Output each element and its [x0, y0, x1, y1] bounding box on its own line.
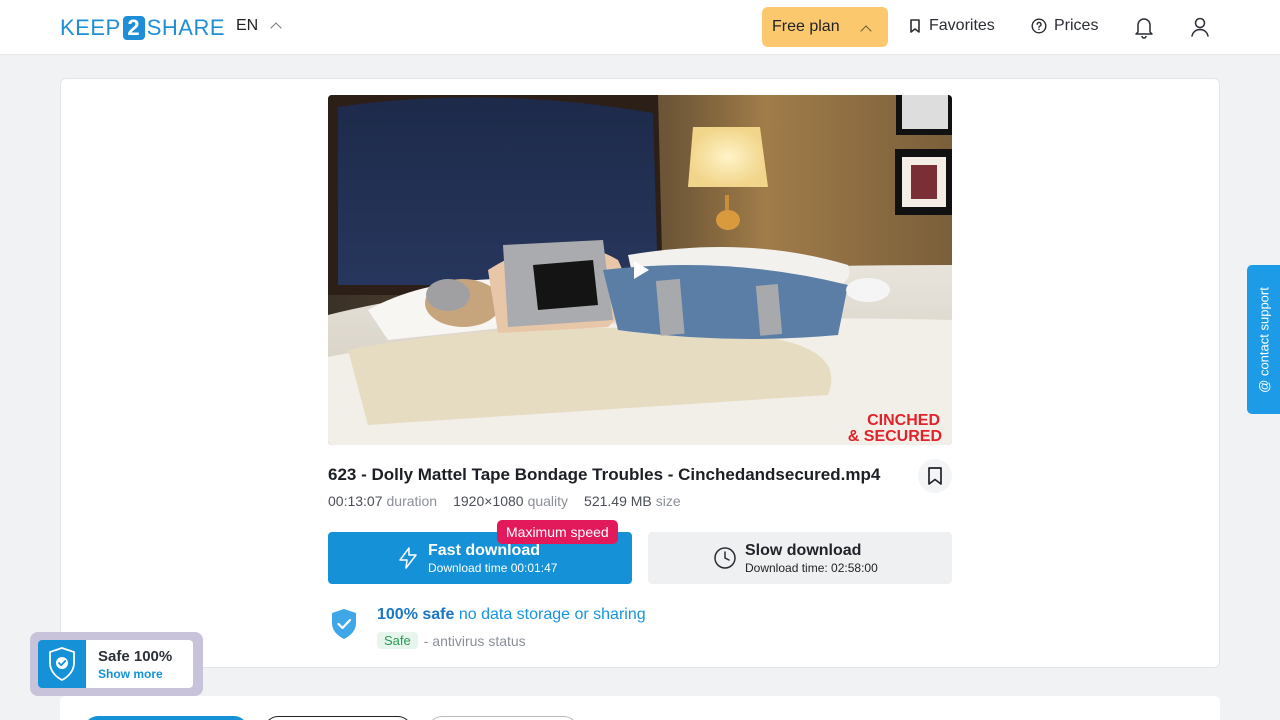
favorites-label: Favorites — [929, 17, 995, 34]
question-circle-icon — [1031, 18, 1047, 34]
file-title-row: 623 - Dolly Mattel Tape Bondage Troubles… — [328, 459, 952, 493]
favorites-link[interactable]: Favorites — [908, 17, 995, 35]
shield-check-icon — [49, 647, 75, 682]
safe-widget[interactable]: Safe 100% Show more — [30, 632, 203, 696]
show-more-link[interactable]: Show more — [98, 667, 163, 681]
safe-widget-card: Safe 100% Show more — [38, 640, 193, 688]
slow-download-button[interactable]: Slow download Download time: 02:58:00 — [648, 532, 952, 584]
bookmark-icon — [928, 467, 942, 485]
top-header: KEEP 2 SHARE EN Free plan Favorites Pric… — [0, 0, 1280, 55]
chevron-up-icon — [270, 22, 282, 34]
logo-text-left: KEEP — [60, 15, 121, 40]
chevron-up-icon — [860, 25, 872, 37]
free-plan-button[interactable]: Free plan — [762, 7, 888, 47]
bookmark-icon — [910, 19, 920, 33]
safe-widget-title: Safe 100% — [98, 648, 173, 665]
contact-support-label: @ contact support — [1256, 286, 1271, 393]
lightning-icon — [399, 547, 417, 569]
notifications-button[interactable] — [1131, 14, 1157, 40]
quality-info: 1920×1080 quality — [453, 493, 569, 509]
file-meta: 00:13:07 duration 1920×1080 quality 521.49… — [328, 493, 681, 509]
tab-primary[interactable] — [84, 716, 248, 720]
tab-tertiary[interactable] — [428, 716, 578, 720]
language-selector[interactable]: EN — [236, 17, 282, 35]
bell-icon — [1135, 18, 1153, 39]
keep2share-logo[interactable]: KEEP 2 SHARE — [60, 15, 225, 41]
logo-text-middle: 2 — [122, 15, 145, 40]
plan-label: Free plan — [772, 18, 840, 35]
antivirus-status-badge: Safe — [377, 632, 418, 649]
account-button[interactable] — [1187, 14, 1213, 40]
tab-secondary[interactable] — [264, 716, 412, 720]
clock-icon — [714, 547, 736, 569]
logo-text-right: SHARE — [146, 15, 225, 40]
watermark-line1: CINCHED — [867, 412, 940, 429]
video-thumbnail: CINCHED & SECURED — [328, 95, 952, 445]
safe-description: no data storage or sharing — [458, 606, 646, 623]
prices-label: Prices — [1054, 17, 1099, 34]
file-title: 623 - Dolly Mattel Tape Bondage Troubles… — [328, 465, 881, 484]
slow-download-label: Slow download — [745, 542, 862, 559]
user-icon — [1191, 17, 1209, 37]
duration-info: 00:13:07 duration — [328, 493, 438, 509]
safe-widget-icon-box — [38, 640, 86, 688]
add-to-favorites-button[interactable] — [918, 459, 952, 493]
shield-check-icon — [332, 609, 356, 639]
fast-download-time: Download time 00:01:47 — [428, 561, 558, 575]
language-label: EN — [236, 17, 259, 34]
fast-download-label: Fast download — [428, 542, 540, 559]
safe-strong-text: 100% safe — [377, 606, 455, 623]
contact-support-tab[interactable]: @ contact support — [1247, 265, 1280, 414]
size-info: 521.49 MB size — [584, 493, 681, 509]
prices-link[interactable]: Prices — [1031, 17, 1098, 35]
slow-download-time: Download time: 02:58:00 — [745, 561, 878, 575]
watermark-line2: & SECURED — [848, 428, 942, 445]
video-preview[interactable]: CINCHED & SECURED — [328, 95, 952, 445]
maximum-speed-badge: Maximum speed — [497, 520, 618, 544]
antivirus-status-label: - antivirus status — [423, 632, 526, 649]
